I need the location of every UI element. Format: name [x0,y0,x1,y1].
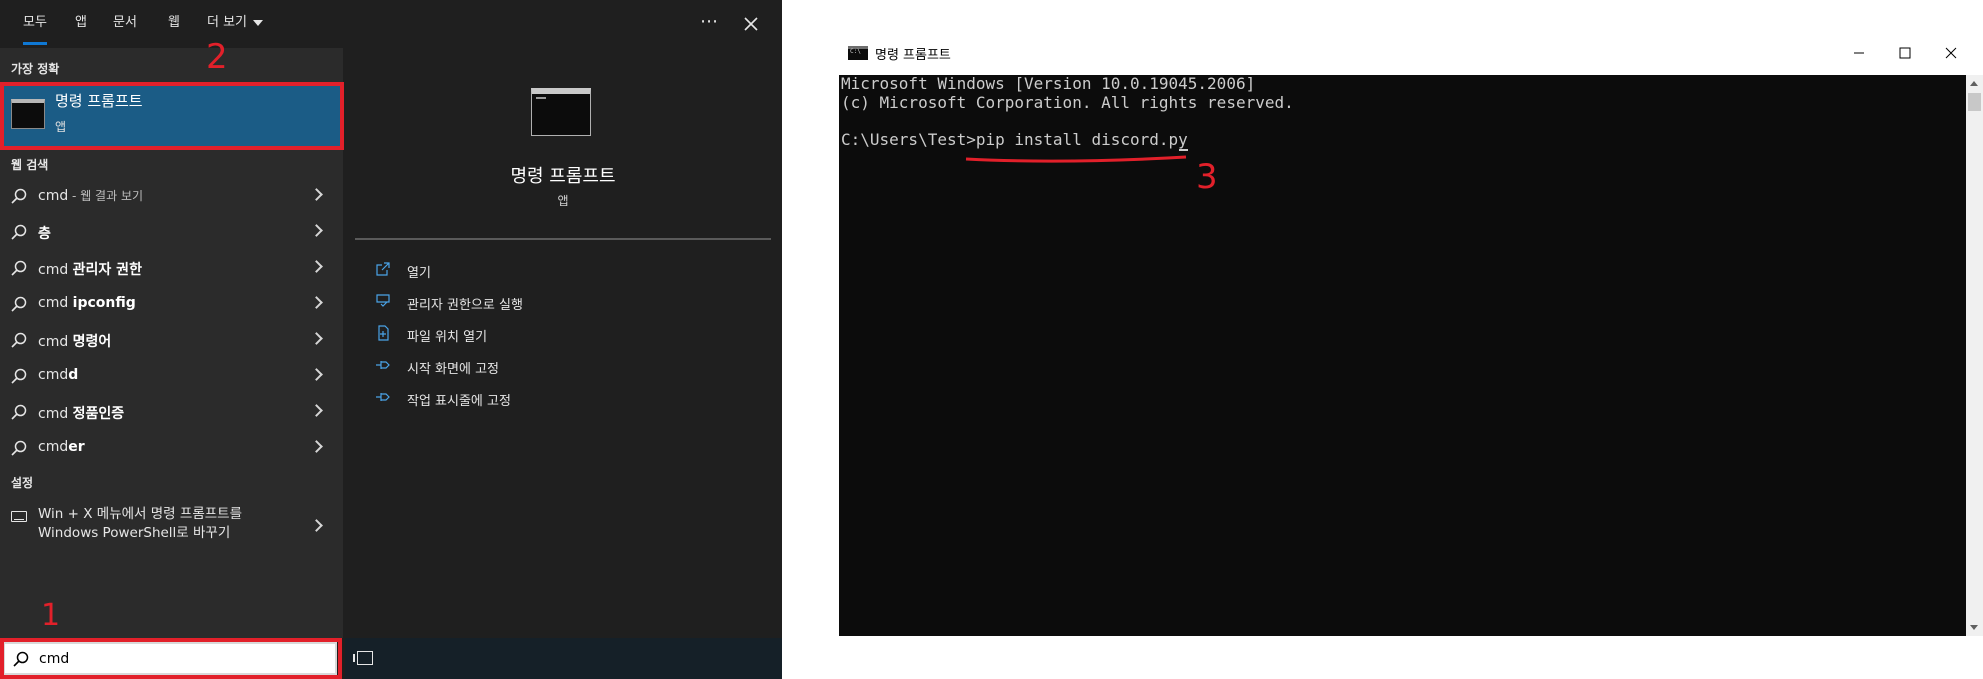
web-result-label: cmd 정품인증 [38,406,125,422]
scroll-up-arrow-icon[interactable] [1970,81,1978,86]
taskbar-search-row [0,638,782,679]
chevron-right-icon [310,332,323,345]
vertical-scrollbar[interactable] [1966,75,1983,636]
command-prompt-large-icon [531,88,591,136]
console-line: (c) Microsoft Corporation. All rights re… [841,92,1294,112]
web-result-item[interactable]: cmd ipconfig [0,286,343,322]
tab-apps[interactable]: 앱 [75,14,87,36]
search-icon [11,224,27,240]
action-pin-to-taskbar-label: 작업 표시줄에 고정 [407,394,511,409]
web-result-label: cmd 명령어 [38,334,112,350]
cmd-console[interactable]: Microsoft Windows [Version 10.0.19045.20… [839,74,1983,636]
close-button[interactable] [1928,39,1974,67]
preview-divider [355,238,771,240]
best-match-heading: 가장 정확 [11,62,60,76]
web-result-item[interactable]: 층 [0,214,343,250]
command-prompt-app-icon [11,99,45,129]
web-result-item[interactable]: cmd - 웹 결과 보기 [0,178,343,214]
app-preview-pane: 명령 프롬프트 앱 열기 관리자 권한으로 실행 파일 위치 열기 시작 화면에… [355,64,771,638]
preview-title: 명령 프롬프트 [510,166,616,187]
search-icon [11,404,27,420]
cmd-window-title: 명령 프롬프트 [875,48,951,63]
pin-icon [375,389,391,405]
command-prompt-app-icon [848,46,868,60]
web-result-item[interactable]: cmdd [0,358,343,394]
chevron-right-icon [310,368,323,381]
taskbar-search-box[interactable] [3,642,337,675]
settings-result-item[interactable]: Win + X 메뉴에서 명령 프롬프트를 Windows PowerShell… [0,503,343,553]
search-icon [11,368,27,384]
action-open-file-location[interactable]: 파일 위치 열기 [375,322,755,348]
start-search-panel: 모두 앱 문서 웹 더 보기 ⋯ 가장 정확 명령 프롬프트 앱 웹 검색 cm… [0,0,782,679]
settings-result-label: Win + X 메뉴에서 명령 프롬프트를 Windows PowerShell… [38,506,242,541]
search-icon [11,188,27,204]
search-icon [11,332,27,348]
web-search-heading: 웹 검색 [11,158,49,172]
web-result-label: cmd - 웹 결과 보기 [38,188,144,204]
task-view-icon[interactable] [353,651,373,665]
tab-more[interactable]: 더 보기 [207,14,264,36]
close-icon[interactable] [738,12,764,36]
annotation-number-step3: 3 [1196,157,1218,197]
file-location-icon [375,325,391,341]
console-output: Microsoft Windows [Version 10.0.19045.20… [841,74,1294,149]
tab-documents[interactable]: 문서 [113,14,137,36]
chevron-right-icon [310,519,323,532]
search-results-list: 가장 정확 명령 프롬프트 앱 웹 검색 cmd - 웹 결과 보기 층 cmd… [0,48,343,638]
search-input[interactable] [39,648,319,670]
action-open-file-location-label: 파일 위치 열기 [407,330,488,345]
scrollbar-thumb[interactable] [1968,93,1981,111]
action-pin-to-start[interactable]: 시작 화면에 고정 [375,354,755,380]
web-result-label: cmder [38,439,85,455]
web-result-label: cmd ipconfig [38,295,136,311]
best-match-result[interactable]: 명령 프롬프트 앱 [3,84,340,148]
tab-all[interactable]: 모두 [23,14,47,45]
web-result-item[interactable]: cmd 명령어 [0,322,343,358]
search-icon [11,260,27,276]
search-icon [11,440,27,456]
tab-more-label: 더 보기 [207,15,248,30]
chevron-right-icon [310,260,323,273]
action-pin-to-start-label: 시작 화면에 고정 [407,362,499,377]
maximize-button[interactable] [1882,39,1928,67]
chevron-right-icon [310,188,323,201]
web-result-label: cmdd [38,367,79,383]
web-result-item[interactable]: cmd 관리자 권한 [0,250,343,286]
web-result-label: 층 [38,226,51,242]
annotation-underline-step3 [965,155,1187,163]
preview-subtitle: 앱 [557,194,569,208]
open-icon [375,261,391,277]
ellipsis-icon[interactable]: ⋯ [696,12,722,36]
web-result-item[interactable]: cmder [0,430,343,466]
keyboard-icon [11,511,27,522]
best-match-type: 앱 [55,120,67,134]
cmd-titlebar[interactable]: 명령 프롬프트 [822,33,1983,73]
taskbar-area [345,638,782,679]
settings-heading: 설정 [11,476,34,490]
search-icon [13,651,29,667]
pin-icon [375,357,391,373]
chevron-right-icon [310,440,323,453]
chevron-right-icon [310,224,323,237]
console-line: Microsoft Windows [Version 10.0.19045.20… [841,74,1256,93]
command-prompt-window: 명령 프롬프트 Microsoft Windows [Version 10.0.… [822,33,1983,642]
minimize-button[interactable] [1836,39,1882,67]
scroll-down-arrow-icon[interactable] [1970,625,1978,630]
action-pin-to-taskbar[interactable]: 작업 표시줄에 고정 [375,386,755,412]
action-run-as-admin-label: 관리자 권한으로 실행 [407,298,523,313]
shield-icon [375,293,391,309]
chevron-right-icon [310,404,323,417]
best-match-name: 명령 프롬프트 [55,92,143,110]
web-result-item[interactable]: cmd 정품인증 [0,394,343,430]
chevron-down-icon [253,19,264,26]
action-open-label: 열기 [407,266,431,281]
action-open[interactable]: 열기 [375,258,755,284]
chevron-right-icon [310,296,323,309]
web-result-label: cmd 관리자 권한 [38,262,142,278]
search-icon [11,296,27,312]
tab-web[interactable]: 웹 [168,14,180,36]
action-run-as-admin[interactable]: 관리자 권한으로 실행 [375,290,755,316]
search-tabs-bar: 모두 앱 문서 웹 더 보기 ⋯ [0,0,782,48]
